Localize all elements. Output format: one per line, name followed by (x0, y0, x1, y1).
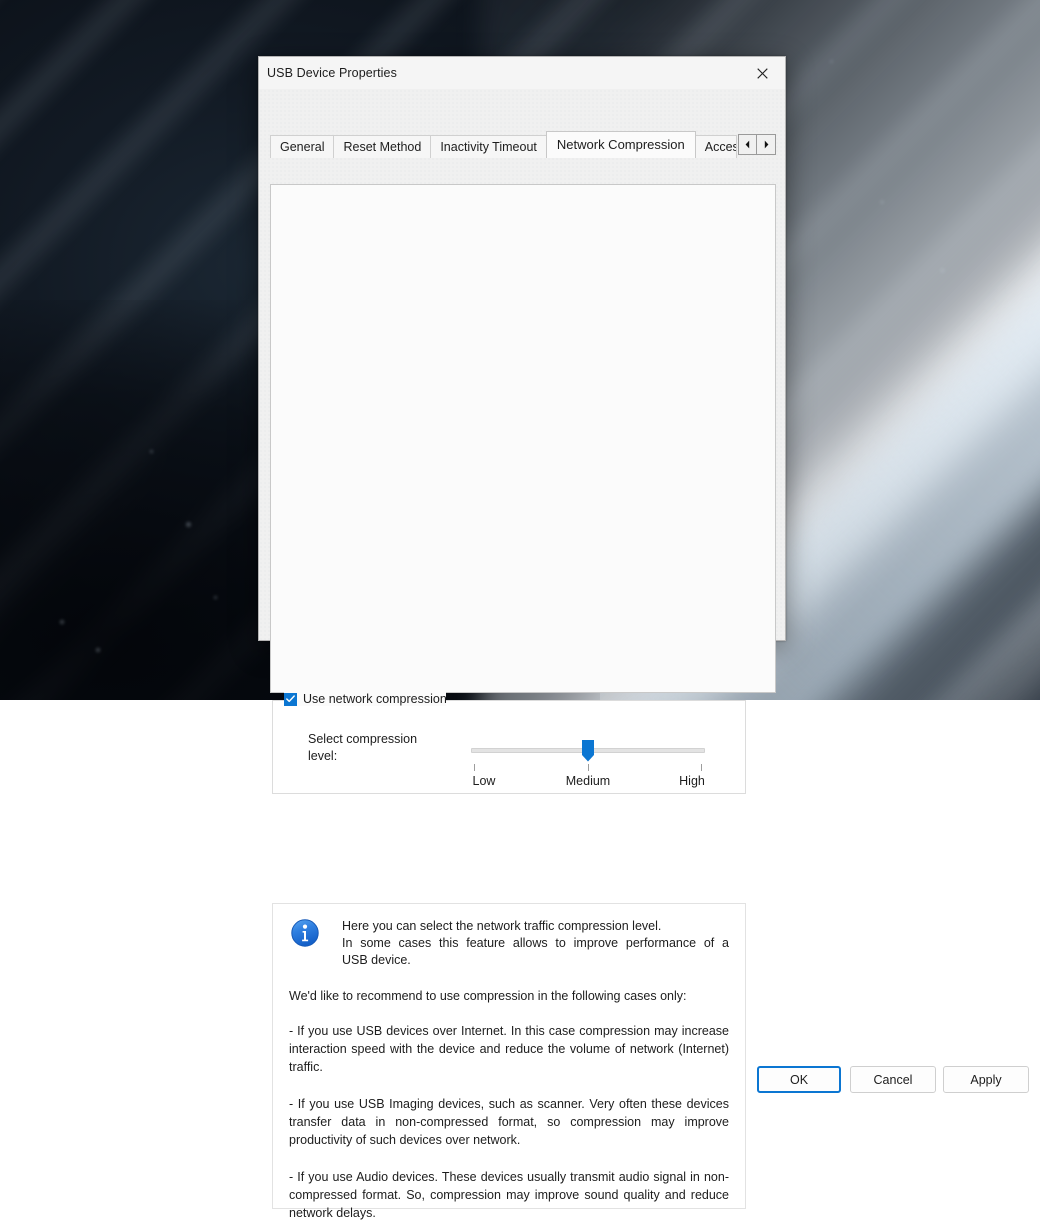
select-compression-level-label: Select compression level: (308, 731, 438, 765)
slider-thumb[interactable] (582, 740, 594, 762)
dialog-titlebar: USB Device Properties (259, 57, 785, 89)
info-paragraph-audio: - If you use Audio devices. These device… (289, 1168, 729, 1222)
info-head-line-1: Here you can select the network traffic … (342, 918, 729, 935)
slider-tick-medium (588, 764, 589, 771)
info-head-line-2: In some cases this feature allows to imp… (342, 935, 729, 952)
tab-inactivity-timeout[interactable]: Inactivity Timeout (430, 135, 547, 158)
chevron-left-icon[interactable] (738, 134, 757, 155)
use-network-compression-label: Use network compression (303, 692, 446, 706)
slider-tick-labels: Low Medium High (447, 774, 729, 788)
tab-scroll-buttons (738, 134, 776, 155)
dialog-footer: OK Cancel Apply (259, 1024, 785, 1079)
slider-tick-high (701, 764, 702, 771)
slider-label-low: Low (447, 774, 521, 788)
chevron-right-icon[interactable] (757, 134, 776, 155)
cancel-button[interactable]: Cancel (850, 1066, 936, 1093)
tab-access[interactable]: Access (695, 135, 737, 158)
tab-network-compression[interactable]: Network Compression (546, 131, 696, 158)
info-header: Here you can select the network traffic … (289, 918, 729, 969)
tab-strip: General Reset Method Inactivity Timeout … (270, 132, 776, 158)
slider-tick-low (474, 764, 475, 771)
tab-page-network-compression (270, 184, 776, 693)
apply-button[interactable]: Apply (943, 1066, 1029, 1093)
slider-label-high: High (655, 774, 729, 788)
info-recommend-text: We'd like to recommend to use compressio… (289, 989, 729, 1003)
check-icon (284, 693, 297, 706)
tab-general[interactable]: General (270, 135, 334, 158)
use-network-compression-group: Use network compression Select compressi… (272, 700, 746, 794)
info-paragraph-imaging: - If you use USB Imaging devices, such a… (289, 1095, 729, 1149)
ok-button[interactable]: OK (757, 1066, 841, 1093)
slider-tickmarks (471, 764, 705, 771)
info-header-text: Here you can select the network traffic … (342, 918, 729, 969)
usb-device-properties-dialog: USB Device Properties General Reset Meth… (258, 56, 786, 641)
slider-label-medium: Medium (551, 774, 625, 788)
tab-reset-method[interactable]: Reset Method (333, 135, 431, 158)
info-head-line-3: USB device. (342, 952, 729, 969)
compression-level-slider[interactable]: Low Medium High (471, 737, 705, 789)
use-network-compression-checkbox[interactable]: Use network compression (284, 692, 446, 706)
dialog-title: USB Device Properties (267, 66, 397, 80)
close-icon[interactable] (740, 58, 785, 89)
info-icon (291, 919, 319, 947)
